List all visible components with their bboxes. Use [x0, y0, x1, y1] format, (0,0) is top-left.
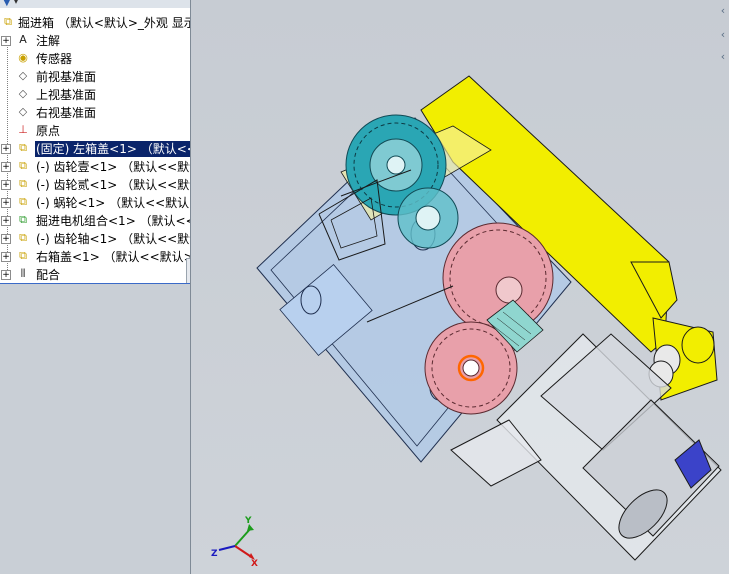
coordinate-triad: Y X Z	[211, 516, 258, 569]
part-icon: ⧉	[19, 195, 27, 208]
tree-panel-empty-area	[0, 284, 190, 574]
tree-item-label: (-) 蜗轮<1> （默认<<默认>_显	[36, 196, 190, 210]
tree-item[interactable]: ◇ 右视基准面	[0, 104, 190, 122]
tree-item[interactable]: + ⧉ (-) 蜗轮<1> （默认<<默认>_显	[0, 194, 190, 212]
tree-item-label: 传感器	[36, 52, 73, 66]
assembly-model-view[interactable]: Y X Z	[191, 0, 729, 574]
part-icon: ⧉	[19, 249, 27, 262]
tree-item[interactable]: ◉ 传感器	[0, 50, 190, 68]
tree-item[interactable]: + ⧉ (-) 齿轮壹<1> （默认<<默认>	[0, 158, 190, 176]
expand-icon[interactable]: +	[1, 180, 11, 190]
tree-item[interactable]: ⊥ 原点	[0, 122, 190, 140]
expand-icon[interactable]: +	[1, 162, 11, 172]
assembly-icon: ⧉	[4, 15, 12, 28]
part-icon: ⧉	[19, 159, 27, 172]
plane-icon: ◇	[18, 87, 28, 100]
tree-item[interactable]: + ⧉ (-) 齿轮轴<1> （默认<<默认>	[0, 230, 190, 248]
expand-icon[interactable]: +	[1, 252, 11, 262]
tree-item-label: 注解	[36, 34, 61, 48]
tree-item-label: (-) 齿轮贰<1> （默认<<默认>	[36, 178, 190, 192]
tree-item[interactable]: + A 注解	[0, 32, 190, 50]
tree-item-label: 掘进电机组合<1> （默认<<默	[36, 214, 190, 228]
tree-item[interactable]: ◇ 前视基准面	[0, 68, 190, 86]
filter-icon[interactable]: ▼	[3, 0, 11, 8]
tree-item-label: (-) 齿轮轴<1> （默认<<默认>	[36, 232, 190, 246]
triad-y-label: Y	[244, 516, 252, 526]
tree-item-label: 右视基准面	[36, 106, 97, 120]
tree-item[interactable]: + ⧉ (-) 齿轮贰<1> （默认<<默认>	[0, 176, 190, 194]
feature-manager-tree: ▼ ▾ ⧉ 掘进箱 （默认<默认>_外观 显示 + A 注解 ◉ 传感器 ◇ 前视基准面 ◇ 上…	[0, 0, 191, 574]
part-icon: ⧉	[19, 177, 27, 190]
triad-x-label: X	[251, 559, 258, 569]
chevron-down-icon[interactable]: ▾	[14, 0, 18, 6]
expand-icon[interactable]: +	[1, 198, 11, 208]
subassembly-icon: ⧉	[19, 213, 27, 226]
tree-item[interactable]: + ⧉ (固定) 左箱盖<1> （默认<<默	[0, 140, 190, 158]
tree-item-label: (固定) 左箱盖<1> （默认<<默	[35, 141, 190, 157]
mates-icon: ⫴	[20, 267, 26, 280]
expand-icon[interactable]: +	[1, 216, 11, 226]
graphics-viewport[interactable]: ‹ ‹ ‹ Y X Z	[191, 0, 729, 574]
tree-item[interactable]: + ⧉ 右箱盖<1> （默认<<默认>_显	[0, 248, 190, 266]
tree-item-label: 原点	[36, 124, 61, 138]
gear-one-part[interactable]	[397, 187, 459, 249]
expand-icon[interactable]: +	[1, 234, 11, 244]
plane-icon: ◇	[18, 105, 28, 118]
triad-z-label: Z	[211, 549, 218, 559]
expand-icon[interactable]: +	[1, 36, 11, 46]
tree-root-assembly[interactable]: ⧉ 掘进箱 （默认<默认>_外观 显示	[0, 14, 190, 32]
expand-icon[interactable]: +	[1, 270, 11, 280]
tree-item-label: 配合	[36, 268, 61, 282]
sensor-icon: ◉	[18, 51, 28, 64]
annotation-icon: A	[19, 33, 27, 46]
tree-root-label: 掘进箱 （默认<默认>_外观 显示	[18, 16, 190, 30]
part-icon: ⧉	[19, 231, 27, 244]
plane-icon: ◇	[18, 69, 28, 82]
tree-item[interactable]: + ⧉ 掘进电机组合<1> （默认<<默	[0, 212, 190, 230]
tree-item-label: 上视基准面	[36, 88, 97, 102]
tree-item[interactable]: ◇ 上视基准面	[0, 86, 190, 104]
expand-icon[interactable]: +	[1, 144, 11, 154]
tree-item-label: 右箱盖<1> （默认<<默认>_显	[36, 250, 190, 264]
tree-item[interactable]: + ⫴ 配合	[0, 266, 190, 284]
part-icon: ⧉	[19, 141, 27, 154]
tree-item-label: (-) 齿轮壹<1> （默认<<默认>	[36, 160, 190, 174]
origin-icon: ⊥	[18, 123, 28, 136]
tree-filter-bar: ▼ ▾	[0, 0, 190, 8]
tree-item-label: 前视基准面	[36, 70, 97, 84]
